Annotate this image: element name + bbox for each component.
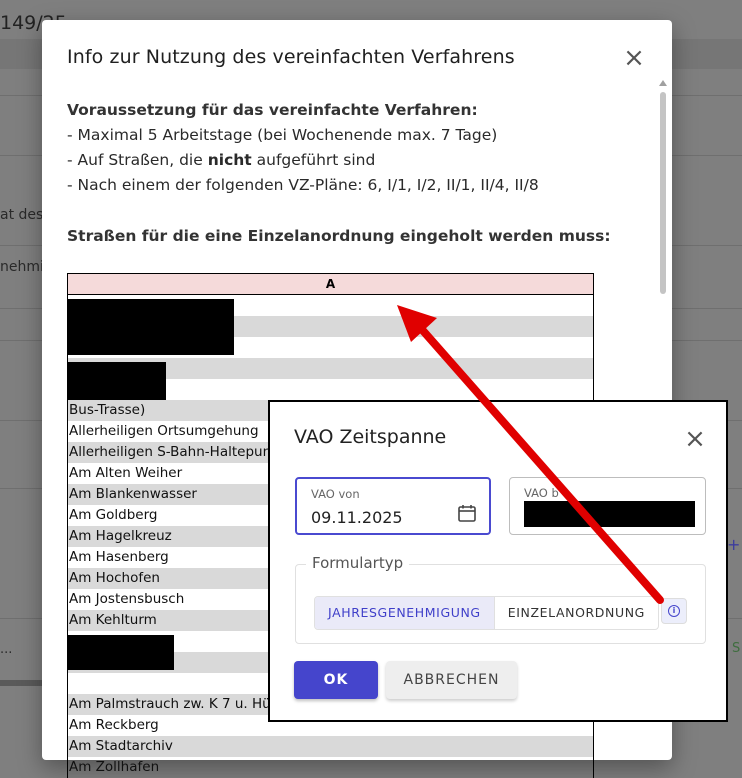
- vao-timespan-dialog: VAO Zeitspanne × VAO von 09.11.2025 VAO …: [268, 400, 728, 722]
- streets-heading: Straßen für die eine Einzelanordnung ein…: [67, 227, 611, 245]
- form-type-legend: Formulartyp: [306, 554, 410, 572]
- prerequisite-text: aufgeführt sind: [251, 151, 376, 169]
- info-dialog-close-icon[interactable]: ×: [621, 45, 647, 71]
- scrollbar-thumb[interactable]: [660, 92, 666, 294]
- redaction-block: [68, 635, 174, 670]
- info-dialog-body: Voraussetzung für das vereinfachte Verfa…: [67, 98, 627, 249]
- vao-from-value[interactable]: 09.11.2025: [311, 508, 403, 527]
- background-text: nehmi: [0, 259, 44, 275]
- prerequisite-item: - Nach einem der folgenden VZ-Pläne: 6, …: [67, 176, 539, 194]
- cancel-button[interactable]: ABBRECHEN: [386, 661, 517, 699]
- prerequisite-emphasis: nicht: [207, 151, 252, 169]
- background-ellipsis: ...: [0, 642, 13, 657]
- redaction-block: [524, 501, 695, 527]
- info-icon: i: [668, 605, 680, 617]
- vao-from-label: VAO von: [311, 487, 360, 501]
- option-jahresgenehmigung[interactable]: JAHRESGENEHMIGUNG: [315, 597, 495, 629]
- prerequisite-item: - Auf Straßen, die nicht aufgeführt sind: [67, 148, 627, 173]
- vao-from-field[interactable]: VAO von 09.11.2025: [295, 477, 491, 535]
- vao-to-label: VAO b: [524, 486, 559, 500]
- prerequisites-heading: Voraussetzung für das vereinfachte Verfa…: [67, 101, 478, 119]
- scroll-up-icon[interactable]: [659, 80, 667, 86]
- redaction-block: [68, 299, 234, 355]
- prerequisite-text: - Auf Straßen, die: [67, 151, 208, 169]
- form-type-group: Formulartyp JAHRESGENEHMIGUNG EINZELANOR…: [295, 554, 706, 644]
- background-add-button: +: [727, 535, 741, 554]
- form-type-toggle: JAHRESGENEHMIGUNG EINZELANORDNUNG: [314, 596, 659, 630]
- ok-button[interactable]: OK: [294, 661, 378, 699]
- table-row: Am Zollhafen: [69, 759, 160, 775]
- vao-dialog-close-icon[interactable]: ×: [682, 426, 708, 452]
- prerequisite-item: - Maximal 5 Arbeitstage (bei Wochenende …: [67, 126, 498, 144]
- background-status-text: S: [732, 641, 741, 656]
- redaction-block: [68, 362, 166, 400]
- info-dialog-title: Info zur Nutzung des vereinfachten Verfa…: [67, 46, 515, 68]
- calendar-icon[interactable]: [457, 503, 477, 523]
- table-header: A: [68, 274, 593, 295]
- vao-dialog-title: VAO Zeitspanne: [294, 426, 447, 448]
- form-type-info-button[interactable]: i: [661, 598, 687, 624]
- background-text: at des: [0, 207, 44, 223]
- table-row: Am Stadtarchiv: [68, 736, 593, 757]
- option-einzelanordnung[interactable]: EINZELANORDNUNG: [495, 597, 658, 629]
- vao-to-field[interactable]: VAO b: [509, 477, 706, 535]
